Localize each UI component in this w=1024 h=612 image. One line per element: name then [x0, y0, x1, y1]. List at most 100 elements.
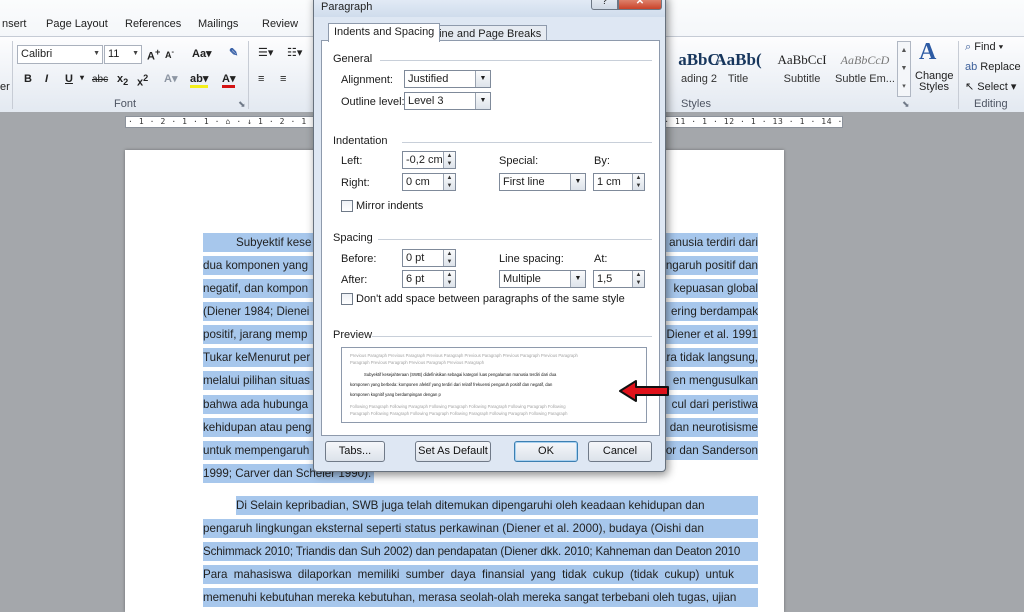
text-segment: positif, jarang memp [203, 328, 308, 341]
font-color-icon[interactable]: A▾ [222, 72, 236, 88]
set-as-default-button[interactable]: Set As Default [415, 441, 491, 462]
style-subtitle[interactable]: AaBbCcI Subtitle [771, 47, 833, 95]
help-button[interactable]: ? [591, 0, 618, 10]
tab-page-layout[interactable]: Page Layout [46, 18, 108, 30]
dont-add-space-checkbox[interactable] [341, 293, 353, 305]
dialog-launcher-icon[interactable]: ⬊ [238, 99, 246, 110]
text-effects-icon[interactable]: A▾ [164, 72, 177, 85]
alignment-select[interactable]: Justified ▼ [404, 70, 491, 88]
spinner-icon[interactable]: ▲ ▼ [443, 271, 455, 287]
preview-pane: Previous Paragraph Previous Paragraph Pr… [341, 347, 647, 423]
by-label: By: [594, 155, 610, 167]
find-label: Find [974, 41, 996, 53]
align-center-icon[interactable]: ≡ [280, 73, 286, 85]
grow-font-icon[interactable]: A+ [147, 47, 160, 63]
underline-icon[interactable]: U [65, 73, 73, 85]
chevron-down-icon[interactable]: ▼ [570, 271, 585, 287]
close-button[interactable]: ✕ [618, 0, 662, 10]
chevron-down-icon[interactable]: ▼ [93, 50, 100, 57]
select-label: Select [977, 81, 1008, 93]
text-segment: anusia terdiri dari [669, 236, 758, 249]
text-segment: dua komponen yang [203, 259, 309, 272]
at-label: At: [594, 253, 608, 265]
by-input[interactable]: 1 cm ▲ ▼ [593, 173, 645, 191]
spacing-after-input[interactable]: 6 pt ▲ ▼ [402, 270, 456, 288]
right-indent-label: Right: [341, 177, 370, 189]
selected-text: pengaruh lingkungan eksternal seperti st… [203, 519, 758, 538]
chevron-down-icon[interactable]: ▾ [80, 73, 84, 82]
italic-icon[interactable]: I [45, 73, 48, 85]
ok-button[interactable]: OK [514, 441, 578, 462]
numbering-icon[interactable]: ☷▾ [287, 46, 302, 59]
style-sample: AaBbCcD [840, 53, 890, 67]
superscript-icon[interactable]: x2 [137, 73, 148, 89]
line-spacing-select[interactable]: Multiple ▼ [499, 270, 586, 288]
chevron-down-icon[interactable]: ▼ [475, 93, 490, 109]
special-label: Special: [499, 155, 539, 167]
change-styles-button[interactable]: Change Styles [915, 71, 954, 93]
doc-line: Para mahasiswa dilaporkan memiliki sumbe… [203, 565, 758, 584]
styles-scroll[interactable]: ▲ ▼ ▾ [897, 41, 911, 97]
font-size-value: 11 [108, 48, 120, 60]
style-name: Subtitle [783, 73, 821, 85]
spacing-before-input[interactable]: 0 pt ▲ ▼ [402, 249, 456, 267]
select-button[interactable]: ↖ Select ▾ [965, 80, 1016, 93]
mirror-indents-checkbox[interactable] [341, 200, 353, 212]
tabs-button[interactable]: Tabs... [325, 441, 385, 462]
align-left-icon[interactable]: ≡ [258, 73, 264, 85]
special-select[interactable]: First line ▼ [499, 173, 586, 191]
tab-references[interactable]: References [125, 18, 181, 30]
spinner-icon[interactable]: ▲ ▼ [632, 271, 644, 287]
dialog-launcher-icon[interactable]: ⬊ [902, 99, 910, 110]
replace-button[interactable]: ab Replace [965, 61, 1021, 73]
text-segment: bahwa ada hubunga [203, 398, 309, 411]
tab-mailings[interactable]: Mailings [198, 18, 238, 30]
tab-insert[interactable]: nsert [2, 18, 26, 30]
outline-level-select[interactable]: Level 3 ▼ [404, 92, 491, 110]
preview-previous-paragraph: Previous Paragraph Previous Paragraph Pr… [350, 353, 578, 358]
chevron-down-icon[interactable]: ▼ [570, 174, 585, 190]
right-indent-input[interactable]: 0 cm ▲ ▼ [402, 173, 456, 191]
left-indent-input[interactable]: -0,2 cm ▲ ▼ [402, 151, 456, 169]
strikethrough-icon[interactable]: abc [92, 74, 108, 85]
find-button[interactable]: ⌕ Find ▾ [965, 41, 1003, 54]
spacing-section-title: Spacing [333, 232, 373, 244]
shrink-font-icon[interactable]: A- [165, 47, 174, 60]
spinner-icon[interactable]: ▲ ▼ [443, 174, 455, 190]
tab-review[interactable]: Review [262, 18, 298, 30]
group-separator [12, 41, 13, 109]
text-segment: (Diener 1984; Dienei [203, 305, 310, 318]
style-title[interactable]: AaBb( Title [707, 47, 769, 95]
style-subtle-emphasis[interactable]: AaBbCcD Subtle Em... [834, 47, 896, 95]
chevron-down-icon[interactable]: ▼ [475, 71, 490, 87]
text-segment: negatif, dan kompon [203, 282, 309, 295]
text-segment: melalui pilihan situas [203, 374, 310, 387]
font-group-label: Font [114, 98, 137, 110]
binoculars-icon: ⌕ [965, 41, 975, 53]
cancel-button[interactable]: Cancel [588, 441, 652, 462]
alignment-label: Alignment: [341, 74, 393, 86]
styles-group-label: Styles [681, 98, 711, 110]
spinner-icon[interactable]: ▲ ▼ [443, 250, 455, 266]
spinner-icon[interactable]: ▲ ▼ [632, 174, 644, 190]
chevron-down-icon[interactable]: ▼ [132, 50, 139, 57]
dialog-title: Paragraph [321, 1, 373, 13]
dialog-titlebar[interactable]: Paragraph ? ✕ [314, 0, 665, 17]
subscript-icon[interactable]: x2 [117, 73, 128, 87]
at-input[interactable]: 1,5 ▲ ▼ [593, 270, 645, 288]
spinner-icon[interactable]: ▲ ▼ [443, 152, 455, 168]
highlight-icon[interactable]: ab▾ [190, 72, 209, 88]
preview-section-title: Preview [333, 329, 373, 341]
change-case-icon[interactable]: Aa▾ [192, 47, 212, 60]
before-label: Before: [341, 253, 377, 265]
font-name-combo[interactable]: Calibri ▼ [17, 45, 103, 64]
bold-icon[interactable]: B [24, 73, 32, 85]
tab-indents-and-spacing[interactable]: Indents and Spacing [328, 23, 441, 42]
bullets-icon[interactable]: ☰▾ [258, 46, 273, 59]
text-segment: Subyektif kese [236, 236, 312, 249]
clear-format-icon[interactable]: ✎ [229, 46, 238, 59]
preview-current-paragraph: komponen kognitif yang berdampingan deng… [350, 392, 441, 397]
change-styles-icon[interactable]: A [919, 39, 936, 66]
group-separator [958, 41, 959, 109]
font-size-combo[interactable]: 11 ▼ [104, 45, 142, 64]
